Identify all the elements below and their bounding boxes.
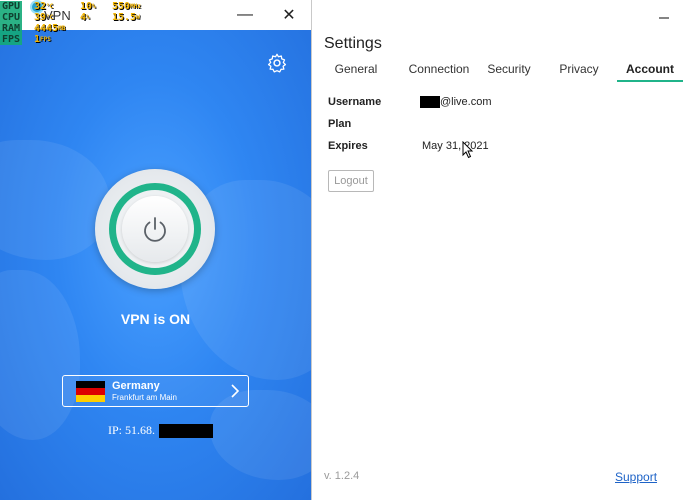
overlay-unit: % [92, 3, 96, 10]
ip-address: IP: 51.68. [108, 423, 156, 437]
minimize-button[interactable] [657, 8, 671, 22]
username-value: @live.com [440, 96, 492, 108]
overlay-unit: °C [46, 3, 54, 10]
overlay-unit: W [136, 14, 140, 21]
settings-window: Settings General Connection Security Pri… [311, 0, 689, 500]
overlay-value: 10 [80, 1, 93, 12]
overlay-unit: % [86, 14, 90, 21]
power-button-core [122, 196, 188, 262]
overlay-label: FPS [0, 34, 23, 45]
hardware-monitor-overlay: GPU 32°C 10% 550MHz CPU 39°C 4% 15.5W RA… [0, 0, 145, 48]
vpn-main-panel: VPN is ON Germany Frankfurt am Main IP: … [0, 30, 311, 500]
text-cursor-icon [462, 141, 474, 159]
overlay-unit: MB [58, 25, 66, 32]
settings-title: Settings [324, 35, 382, 52]
overlay-value: 4445 [34, 23, 59, 34]
overlay-label: CPU [0, 12, 23, 23]
overlay-label: GPU [0, 1, 23, 12]
location-city: Frankfurt am Main [112, 393, 177, 402]
power-button[interactable] [95, 169, 215, 289]
redaction-box [420, 96, 440, 108]
username-label: Username [328, 96, 382, 108]
overlay-value: 39 [34, 12, 47, 23]
tab-security[interactable]: Security [479, 62, 539, 82]
chevron-right-icon [231, 384, 240, 398]
tab-account[interactable]: Account [617, 62, 683, 82]
plan-label: Plan [328, 118, 352, 130]
overlay-unit: FPS [40, 36, 51, 43]
tab-connection[interactable]: Connection [396, 62, 482, 82]
close-button[interactable]: ✕ [276, 5, 302, 25]
expires-value: May 31, 2021 [422, 140, 489, 152]
germany-flag-icon [76, 381, 105, 402]
support-link[interactable]: Support [615, 470, 657, 484]
vpn-status-text: VPN is ON [120, 311, 191, 327]
minimize-button[interactable]: — [232, 5, 258, 25]
logout-button[interactable]: Logout [328, 170, 374, 192]
power-icon [144, 217, 166, 242]
world-map-shape [0, 140, 110, 260]
overlay-unit: °C [46, 14, 54, 21]
settings-tabs: General Connection Security Privacy Acco… [324, 62, 683, 82]
app-version: v. 1.2.4 [324, 470, 360, 482]
connection-status-ring [109, 183, 201, 275]
overlay-value: 550 [112, 1, 131, 12]
world-map-shape [0, 270, 80, 440]
tab-privacy[interactable]: Privacy [546, 62, 612, 82]
location-selector[interactable]: Germany Frankfurt am Main [62, 375, 249, 407]
overlay-label: RAM [0, 23, 23, 34]
overlay-value: 32 [34, 1, 47, 12]
overlay-unit: MHz [130, 3, 141, 10]
overlay-value: 15.5 [112, 12, 137, 23]
expires-label: Expires [328, 140, 368, 152]
tab-general[interactable]: General [324, 62, 388, 82]
redaction-box [159, 424, 213, 438]
location-country: Germany [112, 380, 160, 392]
vpn-window: VPN — ✕ VPN is ON Germany Frankfurt am M… [0, 0, 311, 500]
desktop: VPN — ✕ VPN is ON Germany Frankfurt am M… [0, 0, 689, 500]
gear-icon[interactable] [266, 52, 288, 74]
